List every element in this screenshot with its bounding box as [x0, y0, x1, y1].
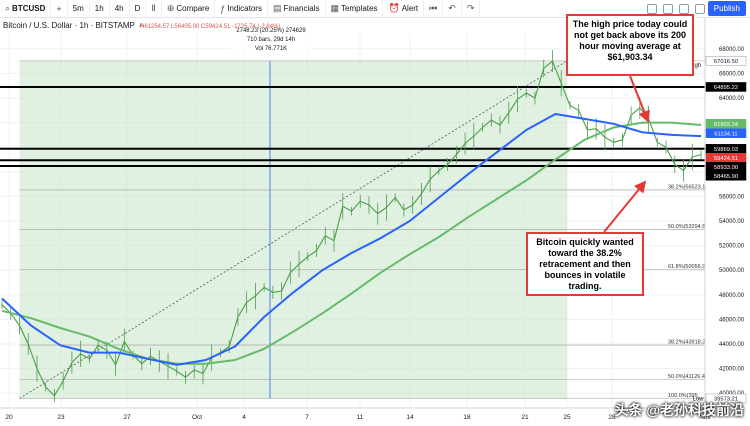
- price-tag-label: 61903.34: [714, 122, 739, 128]
- annotation-bottom: Bitcoin quickly wanted toward the 38.2% …: [526, 232, 644, 296]
- fib-label: 38.2%(56523.16): [668, 184, 710, 190]
- x-tick-label: 25: [563, 414, 571, 421]
- y-tick-label: 56000.00: [719, 194, 745, 200]
- fib-label: 61.8%(50056.95): [668, 264, 710, 270]
- x-tick-label: 23: [57, 414, 65, 421]
- x-tick-label: 4: [242, 414, 246, 421]
- x-tick-label: 27: [123, 414, 131, 421]
- price-tag-label: 59869.03: [714, 147, 738, 153]
- price-tag-label: 61134.11: [714, 131, 737, 137]
- y-tick-label: 66000.00: [719, 71, 745, 77]
- price-tag-label: 64895.22: [714, 85, 738, 91]
- x-tick-label: 14: [406, 414, 414, 421]
- ohlc-values: H61254.57 L56405.00 C59424.51 -1725.74 (…: [140, 24, 280, 30]
- y-tick-label: 46000.00: [719, 317, 745, 323]
- fib-label: 50.0%(53294.86): [668, 224, 710, 230]
- x-tick-label: 20: [5, 414, 13, 421]
- x-tick-label: Oct: [192, 414, 202, 421]
- annotation-top: The high price today could not get back …: [566, 14, 694, 76]
- price-tag-label: 59424.51: [714, 156, 738, 162]
- price-tag-label: 58933.00: [714, 165, 738, 171]
- y-axis: 40000.0042000.0044000.0046000.0048000.00…: [704, 18, 750, 426]
- watermark: 头条 @老孙科技前沿: [614, 402, 744, 418]
- y-tick-label: 64000.00: [719, 96, 745, 102]
- y-tick-label: 68000.00: [719, 47, 745, 53]
- y-tick-label: 42000.00: [719, 367, 745, 373]
- arrow-to-retracement: [603, 180, 647, 233]
- price-tag-label: 67016.50: [714, 59, 738, 65]
- y-tick-label: 50000.00: [719, 268, 745, 274]
- x-tick-label: 18: [463, 414, 471, 421]
- y-tick-label: 52000.00: [719, 244, 745, 250]
- x-tick-label: 11: [357, 414, 364, 421]
- measure-line-2: 710 bars, 29d 14h: [247, 37, 295, 43]
- annotation-arrows: [603, 75, 650, 233]
- y-tick-label: 54000.00: [719, 219, 745, 225]
- x-tick-label: 21: [521, 414, 529, 421]
- price-tag-label: 58465.90: [714, 174, 738, 180]
- measure-line-3: Vol 76.771K: [255, 46, 287, 52]
- y-tick-label: 44000.00: [719, 342, 745, 348]
- fib-label: 50.0%(41126.42): [668, 374, 710, 380]
- fib-label: 38.2%(43918.32): [668, 340, 710, 346]
- x-tick-label: 7: [305, 414, 309, 421]
- y-tick-label: 48000.00: [719, 293, 745, 299]
